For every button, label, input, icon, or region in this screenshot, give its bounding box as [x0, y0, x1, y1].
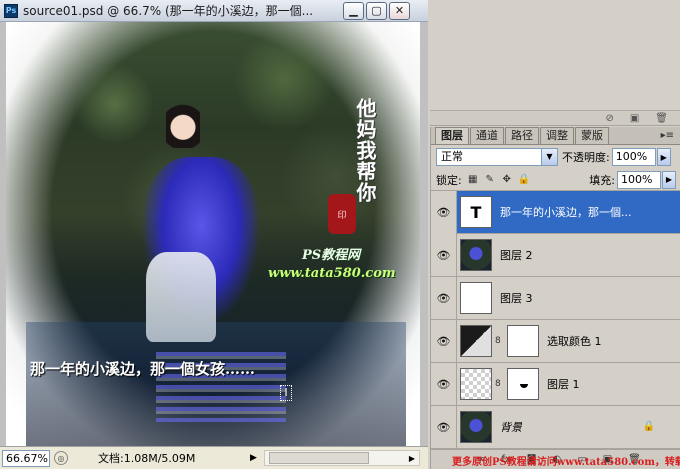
maximize-button[interactable]: ▢: [366, 1, 387, 20]
status-info-icon[interactable]: ◎: [54, 451, 68, 465]
layer-name[interactable]: 图层 3: [500, 290, 533, 306]
visibility-eye-icon[interactable]: 👁: [431, 362, 457, 406]
layer-mask-thumbnail[interactable]: [507, 368, 539, 400]
text-layer-thumbnail: T: [460, 196, 492, 228]
photo-figure-skirt: [146, 252, 216, 342]
transparent-layer-thumbnail: [460, 368, 492, 400]
close-button[interactable]: ✕: [389, 1, 410, 20]
layers-panel-tabs: 图层 通道 路径 调整 蒙版 ▸≡: [431, 127, 680, 145]
adjustment-layer-icon: [460, 325, 492, 357]
photo-figure-head: [166, 102, 200, 148]
lock-transparency-icon[interactable]: ▦: [467, 174, 479, 186]
layer-row-background[interactable]: 👁 背景 🔒: [431, 405, 680, 449]
blend-row: 正常 ▼ 不透明度: 100% ▶: [431, 145, 680, 169]
chain-link-icon[interactable]: 8: [495, 379, 505, 389]
watermark-url: www.tata580.com: [268, 266, 396, 281]
tab-adjustments[interactable]: 调整: [540, 127, 574, 144]
chain-link-icon[interactable]: 8: [495, 336, 505, 346]
lock-move-icon[interactable]: ✥: [501, 174, 513, 186]
visibility-eye-icon[interactable]: 👁: [431, 405, 457, 449]
chevron-down-icon[interactable]: ▼: [541, 149, 557, 165]
horizontal-scrollbar[interactable]: ▶: [264, 450, 420, 466]
visibility-eye-icon[interactable]: 👁: [431, 233, 457, 277]
fill-label: 填充:: [589, 173, 615, 187]
tab-masks[interactable]: 蒙版: [575, 127, 609, 144]
panel-menu-icon[interactable]: ▸≡: [661, 128, 674, 144]
canvas-area[interactable]: 他妈我帮你 印 PS教程网 www.tata580.com 那一年的小溪边，那一…: [0, 22, 428, 446]
opacity-input[interactable]: 100%: [611, 148, 656, 166]
mask-shape: [520, 384, 528, 388]
layer-name[interactable]: 那一年的小溪边，那一個...: [500, 204, 632, 220]
layer-list[interactable]: 👁 T 那一年的小溪边，那一個... 👁 图层 2 👁 图层 3 👁 8 选取颜…: [431, 190, 680, 449]
photoshop-app-icon: Ps: [4, 3, 18, 18]
blend-mode-value: 正常: [441, 150, 463, 163]
document-window: Ps source01.psd @ 66.7% (那一年的小溪边，那一個... …: [0, 0, 428, 469]
lock-all-icon[interactable]: 🔒: [518, 174, 530, 186]
scrollbar-thumb[interactable]: [269, 452, 369, 464]
layer-name[interactable]: 图层 1: [547, 376, 580, 392]
footer-watermark: 更多原创PS教程请访问www.tata580.com，转载请保留链接: [452, 457, 680, 468]
layer-row-selective-color[interactable]: 👁 8 选取颜色 1: [431, 319, 680, 363]
layer-row-layer-1[interactable]: 👁 8 图层 1: [431, 362, 680, 406]
layer-row-layer-3[interactable]: 👁 图层 3: [431, 276, 680, 320]
trash-icon[interactable]: 🗑: [655, 113, 668, 124]
background-layer-thumbnail: [460, 411, 492, 443]
layer-name[interactable]: 图层 2: [500, 247, 533, 263]
red-seal-stamp: 印: [328, 194, 356, 234]
layers-panel: 图层 通道 路径 调整 蒙版 ▸≡ 正常 ▼ 不透明度: 100% ▶ 锁定: …: [430, 127, 680, 469]
layer-name[interactable]: 选取颜色 1: [547, 333, 602, 349]
status-menu-arrow-icon[interactable]: ▶: [250, 451, 260, 465]
upper-panel-area: [430, 0, 680, 110]
fill-slider-icon[interactable]: ▶: [662, 170, 676, 189]
visibility-eye-icon[interactable]: 👁: [431, 319, 457, 363]
lock-row: 锁定: ▦ ✎ ✥ 🔒 填充: 100% ▶: [431, 169, 680, 191]
opacity-label: 不透明度:: [562, 151, 610, 164]
tab-paths[interactable]: 路径: [505, 127, 539, 144]
status-bar: 66.67% ◎ 文档:1.08M/5.09M ▶ ▶: [0, 446, 428, 469]
tab-layers[interactable]: 图层: [435, 127, 469, 144]
document-titlebar[interactable]: Ps source01.psd @ 66.7% (那一年的小溪边，那一個... …: [0, 0, 428, 22]
opacity-slider-icon[interactable]: ▶: [656, 148, 671, 166]
document-title: source01.psd @ 66.7% (那一年的小溪边，那一個...: [23, 4, 314, 18]
lock-brush-icon[interactable]: ✎: [484, 174, 496, 186]
tab-channels[interactable]: 通道: [470, 127, 504, 144]
zoom-field[interactable]: 66.67%: [2, 449, 50, 467]
blank-layer-thumbnail: [460, 282, 492, 314]
scroll-right-icon[interactable]: ▶: [405, 451, 419, 465]
fill-input[interactable]: 100%: [617, 170, 661, 189]
layer-name[interactable]: 背景: [500, 419, 522, 435]
lock-label: 锁定:: [436, 173, 462, 187]
upper-panel-footer: ⊘ ▣ 🗑: [430, 110, 680, 126]
canvas-photo[interactable]: 他妈我帮你 印 PS教程网 www.tata580.com 那一年的小溪边，那一…: [6, 22, 420, 446]
text-cursor-icon: I: [280, 385, 292, 401]
photo-layer-thumbnail: [460, 239, 492, 271]
visibility-eye-icon[interactable]: 👁: [431, 276, 457, 320]
layer-mask-thumbnail[interactable]: [507, 325, 539, 357]
watermark-site-name: PS教程网: [302, 248, 361, 263]
canvas-caption-text[interactable]: 那一年的小溪边，那一個女孩……: [30, 358, 255, 379]
layer-row-text[interactable]: 👁 T 那一年的小溪边，那一個...: [431, 190, 680, 234]
document-size-info: 文档:1.08M/5.09M: [98, 452, 196, 465]
new-item-icon[interactable]: ▣: [630, 113, 639, 124]
lock-icon: 🔒: [642, 420, 656, 432]
layer-row-layer-2[interactable]: 👁 图层 2: [431, 233, 680, 277]
visibility-eye-icon[interactable]: 👁: [431, 190, 457, 234]
blend-mode-select[interactable]: 正常 ▼: [436, 148, 558, 166]
minimize-button[interactable]: ▁: [343, 1, 364, 20]
no-entry-icon[interactable]: ⊘: [605, 113, 613, 124]
